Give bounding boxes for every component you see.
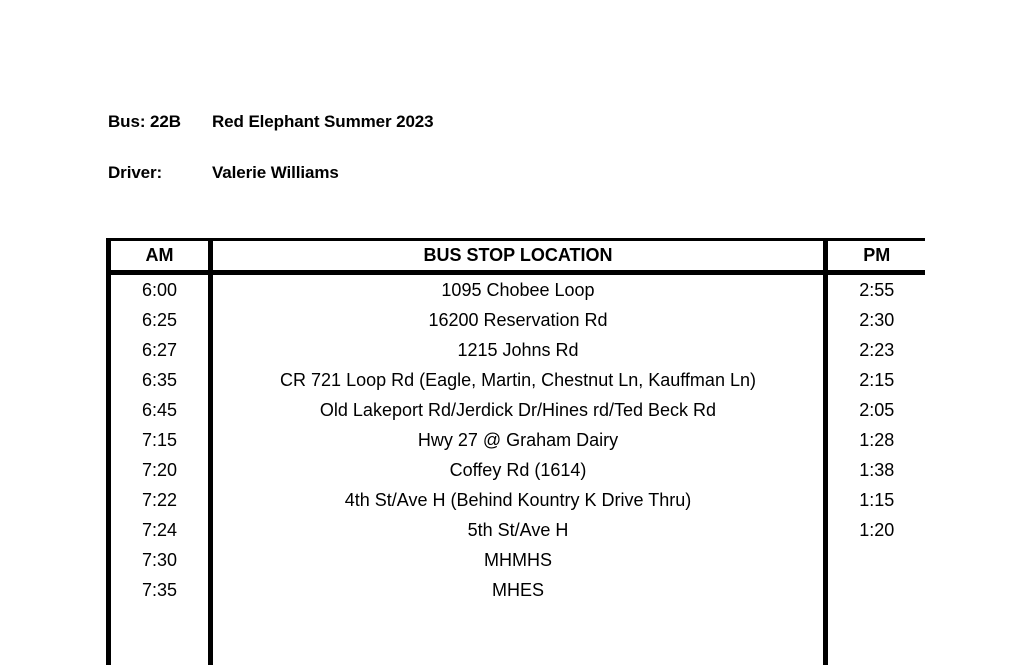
table-row: 6:00 1095 Chobee Loop 2:55 [106,272,925,305]
cell-bus-stop-location: Coffey Rd (1614) [210,455,828,485]
cell-pm-time: 1:28 [825,425,925,455]
cell-bus-stop-location: 5th St/Ave H [210,515,828,545]
cell-am-time: 6:00 [106,272,213,305]
cell-am-time: 7:30 [106,545,213,575]
cell-bus-stop-location: Old Lakeport Rd/Jerdick Dr/Hines rd/Ted … [210,395,828,425]
cell-pm-time: 2:15 [825,365,925,395]
schedule-heading: Bus: 22B Red Elephant Summer 2023 Driver… [108,112,908,183]
cell-pm-time: 2:05 [825,395,925,425]
table-row: 6:35 CR 721 Loop Rd (Eagle, Martin, Chest… [106,365,925,395]
cell-pm-time: 1:15 [825,485,925,515]
cell-bus-stop-location: MHES [210,575,828,605]
cell-pm-time [825,575,925,605]
cell-bus-stop-location: MHMHS [210,545,828,575]
driver-label: Driver: [108,163,163,182]
cell-bus-stop-location: 1215 Johns Rd [210,335,828,365]
cell-am-time: 6:25 [106,305,213,335]
cell-am-time: 7:22 [106,485,213,515]
cell-pm-time [825,635,925,665]
schedule-table-body: 6:00 1095 Chobee Loop 2:55 6:25 16200 Reserv… [106,272,925,665]
column-header-pm: PM [825,238,925,275]
cell-bus-stop-location [210,605,828,635]
cell-am-time [106,605,213,635]
cell-pm-time: 1:38 [825,455,925,485]
cell-am-time: 6:45 [106,395,213,425]
cell-bus-stop-location: 4th St/Ave H (Behind Kountry K Drive Thr… [210,485,828,515]
cell-am-time: 7:35 [106,575,213,605]
cell-am-time: 6:27 [106,335,213,365]
table-row: 7:20 Coffey Rd (1614) 1:38 [106,455,925,485]
cell-am-time: 7:15 [106,425,213,455]
cell-am-time [106,635,213,665]
cell-bus-stop-location: CR 721 Loop Rd (Eagle, Martin, Chestnut … [210,365,828,395]
cell-pm-time [825,545,925,575]
cell-pm-time: 2:55 [825,272,925,305]
bus-stop-schedule-table: AM BUS STOP LOCATION PM 6:00 1095 Chobee … [106,238,925,665]
table-row: 6:25 16200 Reservation Rd 2:30 [106,305,925,335]
table-row: 7:22 4th St/Ave H (Behind Kountry K Drive… [106,485,925,515]
table-row: 7:30 MHMHS [106,545,925,575]
cell-pm-time: 2:30 [825,305,925,335]
table-row-empty [106,605,925,635]
schedule-table-container: AM BUS STOP LOCATION PM 6:00 1095 Chobee … [106,238,925,667]
document-page: Bus: 22B Red Elephant Summer 2023 Driver… [0,0,1024,667]
bus-heading-line: Bus: 22B Red Elephant Summer 2023 [108,112,908,132]
table-row: 7:15 Hwy 27 @ Graham Dairy 1:28 [106,425,925,455]
table-row-empty [106,635,925,665]
driver-heading-line: Driver: Valerie Williams [108,163,908,183]
column-header-am: AM [106,238,213,275]
bus-label: Bus: 22B [108,112,181,131]
bus-route-name: Red Elephant Summer 2023 [212,112,434,131]
table-row: 6:27 1215 Johns Rd 2:23 [106,335,925,365]
cell-am-time: 6:35 [106,365,213,395]
cell-bus-stop-location: Hwy 27 @ Graham Dairy [210,425,828,455]
table-row: 7:35 MHES [106,575,925,605]
cell-am-time: 7:20 [106,455,213,485]
cell-bus-stop-location: 16200 Reservation Rd [210,305,828,335]
schedule-table-head: AM BUS STOP LOCATION PM [106,238,925,275]
table-row: 6:45 Old Lakeport Rd/Jerdick Dr/Hines rd/… [106,395,925,425]
cell-bus-stop-location: 1095 Chobee Loop [210,272,828,305]
driver-name: Valerie Williams [212,163,339,182]
cell-pm-time [825,605,925,635]
cell-bus-stop-location [210,635,828,665]
column-header-bus-stop-location: BUS STOP LOCATION [210,238,828,275]
cell-pm-time: 1:20 [825,515,925,545]
table-header-row: AM BUS STOP LOCATION PM [106,238,925,275]
cell-am-time: 7:24 [106,515,213,545]
table-row: 7:24 5th St/Ave H 1:20 [106,515,925,545]
cell-pm-time: 2:23 [825,335,925,365]
